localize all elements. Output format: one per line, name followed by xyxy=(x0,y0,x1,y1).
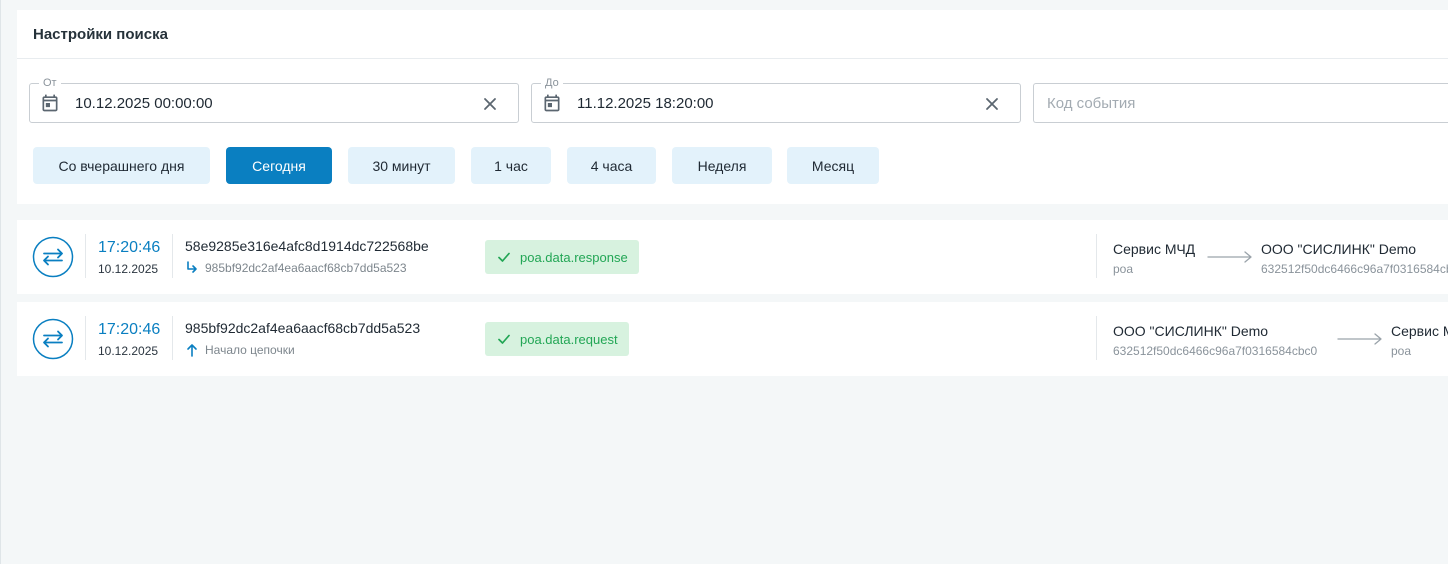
event-parent: Начало цепочки xyxy=(185,343,295,357)
date-to-field[interactable]: До 11.12.2025 18:20:00 xyxy=(531,76,1021,123)
event-date: 10.12.2025 xyxy=(98,262,159,276)
child-arrow-icon xyxy=(187,261,197,273)
calendar-icon[interactable] xyxy=(542,93,562,113)
event-date: 10.12.2025 xyxy=(98,344,159,358)
quick-filter-30-min[interactable]: 30 минут xyxy=(348,147,455,184)
event-type-badge: poa.data.request xyxy=(485,322,629,356)
receiver-name: ООО "СИСЛИНК" Demo xyxy=(1261,241,1417,257)
receiver-id: poa xyxy=(1391,344,1412,358)
date-from-field[interactable]: От 10.12.2025 00:00:00 xyxy=(29,76,519,123)
arrow-up-icon xyxy=(187,344,197,357)
event-time: 17:20:46 xyxy=(98,239,161,256)
check-icon xyxy=(498,334,510,344)
page: Настройки поиска От 10.12.2025 00:00:00 … xyxy=(0,0,1448,564)
event-parent[interactable]: 985bf92dc2af4ea6aacf68cb7dd5a523 xyxy=(185,261,407,275)
separator xyxy=(172,316,173,360)
quick-filter-week[interactable]: Неделя xyxy=(672,147,772,184)
panel-title: Настройки поиска xyxy=(33,26,168,43)
quick-filter-4-hours[interactable]: 4 часа xyxy=(567,147,656,184)
separator xyxy=(1096,316,1097,360)
event-code-input[interactable] xyxy=(1034,84,1448,122)
separator xyxy=(172,234,173,278)
arrow-right-icon xyxy=(1207,251,1252,263)
arrow-right-icon xyxy=(1337,333,1382,345)
separator xyxy=(85,234,86,278)
clear-from-icon[interactable] xyxy=(482,96,498,112)
panel-divider xyxy=(17,58,1448,59)
date-from-value: 10.12.2025 00:00:00 xyxy=(75,95,213,112)
quick-filter-1-hour[interactable]: 1 час xyxy=(471,147,551,184)
sender-id: 632512f50dc6466c96a7f0316584cbc0 xyxy=(1113,344,1318,358)
receiver-name: Сервис МЧД xyxy=(1391,323,1448,339)
quick-filter-since-yesterday[interactable]: Со вчерашнего дня xyxy=(33,147,210,184)
separator xyxy=(1096,234,1097,278)
event-row[interactable]: 17:20:46 10.12.2025 985bf92dc2af4ea6aacf… xyxy=(17,302,1448,376)
calendar-icon[interactable] xyxy=(40,93,60,113)
event-code-field[interactable] xyxy=(1033,83,1448,123)
receiver-id: 632512f50dc6466c96a7f0316584cbc0 xyxy=(1261,262,1448,276)
left-border xyxy=(0,0,1,564)
clear-to-icon[interactable] xyxy=(984,96,1000,112)
date-to-label: До xyxy=(541,76,563,90)
event-row[interactable]: 17:20:46 10.12.2025 58e9285e316e4afc8d19… xyxy=(17,220,1448,294)
check-icon xyxy=(498,252,510,262)
sender-name: Сервис МЧД xyxy=(1113,241,1196,257)
chain-start-label: Начало цепочки xyxy=(205,343,295,357)
sender-id: poa xyxy=(1113,262,1134,276)
event-type: poa.data.response xyxy=(520,249,628,265)
separator xyxy=(85,316,86,360)
event-time: 17:20:46 xyxy=(98,321,161,338)
search-settings-panel: Настройки поиска От 10.12.2025 00:00:00 … xyxy=(17,10,1448,204)
event-type: poa.data.request xyxy=(520,331,618,347)
quick-filter-today[interactable]: Сегодня xyxy=(226,147,332,184)
event-id[interactable]: 985bf92dc2af4ea6aacf68cb7dd5a523 xyxy=(185,320,420,336)
quick-filter-month[interactable]: Месяц xyxy=(787,147,879,184)
date-from-label: От xyxy=(39,76,61,90)
sender-name: ООО "СИСЛИНК" Demo xyxy=(1113,323,1269,339)
exchange-icon xyxy=(32,318,74,360)
event-id[interactable]: 58e9285e316e4afc8d1914dc722568be xyxy=(185,238,429,254)
event-parent-id: 985bf92dc2af4ea6aacf68cb7dd5a523 xyxy=(205,261,407,275)
date-to-value: 11.12.2025 18:20:00 xyxy=(577,95,714,112)
exchange-icon xyxy=(32,236,74,278)
event-type-badge: poa.data.response xyxy=(485,240,639,274)
